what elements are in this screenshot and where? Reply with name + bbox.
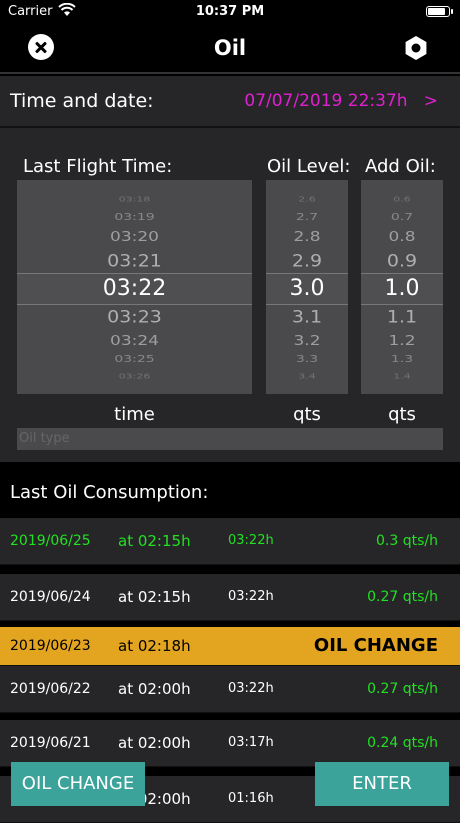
picker-item[interactable]: 1.4 xyxy=(361,372,443,380)
picker-item[interactable]: 03:22 xyxy=(17,276,252,301)
row-date: 2019/06/24 xyxy=(10,589,91,605)
status-time: 10:37 PM xyxy=(195,4,265,19)
picker-item[interactable]: 1.1 xyxy=(361,307,443,327)
picker-item[interactable]: 03:21 xyxy=(17,251,252,271)
picker-item[interactable]: 1.3 xyxy=(361,353,443,364)
row-time: at 02:00h xyxy=(118,680,191,698)
oil-type-field[interactable]: Oil type xyxy=(17,428,443,450)
picker-item[interactable]: 1.0 xyxy=(361,276,443,301)
add-oil-header: Add Oil: xyxy=(365,156,436,177)
row-duration: 03:22h xyxy=(228,681,274,696)
row-rate: 0.27 qts/h xyxy=(367,681,438,697)
navigation-bar: Oil xyxy=(0,24,460,72)
row-date: 2019/06/21 xyxy=(10,735,91,751)
status-bar: Carrier 10:37 PM xyxy=(0,0,460,24)
row-rate: OIL CHANGE xyxy=(313,635,438,656)
picker-item[interactable]: 2.9 xyxy=(266,251,348,271)
row-duration: 03:22h xyxy=(228,589,274,604)
picker-item[interactable]: 0.8 xyxy=(361,229,443,245)
divider xyxy=(0,72,460,74)
picker-item[interactable]: 3.0 xyxy=(266,276,348,301)
oil-level-unit: qts xyxy=(293,404,321,425)
consumption-row[interactable]: 2019/06/25 at 02:15h 03:22h 0.3 qts/h xyxy=(0,518,460,565)
picker-item[interactable]: 03:24 xyxy=(17,333,252,349)
row-date: 2019/06/23 xyxy=(10,638,91,654)
oil-change-row[interactable]: 2019/06/23 at 02:18h OIL CHANGE xyxy=(0,627,460,666)
row-rate: 0.24 qts/h xyxy=(367,735,438,751)
consumption-row[interactable]: 2019/06/24 at 02:15h 03:22h 0.27 qts/h xyxy=(0,574,460,621)
picker-item[interactable]: 03:23 xyxy=(17,307,252,327)
row-time: at 02:15h xyxy=(118,588,191,606)
picker-item[interactable]: 03:18 xyxy=(17,195,252,203)
picker-item[interactable]: 03:25 xyxy=(17,353,252,364)
oil-level-header: Oil Level: xyxy=(267,156,351,177)
picker-item[interactable]: 0.9 xyxy=(361,251,443,271)
picker-item[interactable]: 03:26 xyxy=(17,372,252,380)
battery-icon xyxy=(426,6,453,17)
picker-item[interactable]: 0.6 xyxy=(361,195,443,203)
enter-button[interactable]: ENTER xyxy=(315,762,449,806)
picker-item[interactable]: 3.2 xyxy=(266,333,348,349)
picker-item[interactable]: 03:20 xyxy=(17,229,252,245)
consumption-section-header: Last Oil Consumption: xyxy=(0,462,460,518)
picker-item[interactable]: 3.1 xyxy=(266,307,348,327)
consumption-row[interactable]: 2019/06/22 at 02:00h 03:22h 0.27 qts/h xyxy=(0,666,460,713)
picker-item[interactable]: 0.7 xyxy=(361,211,443,222)
row-date: 2019/06/22 xyxy=(10,681,91,697)
add-oil-unit: qts xyxy=(388,404,416,425)
add-oil-picker[interactable]: 0.6 0.7 0.8 0.9 1.0 1.1 1.2 1.3 1.4 xyxy=(361,180,443,394)
gear-icon xyxy=(405,36,427,60)
row-duration: 03:17h xyxy=(228,735,274,750)
chevron-right-icon: > xyxy=(423,91,438,111)
flight-time-header: Last Flight Time: xyxy=(23,156,173,177)
row-time: at 02:15h xyxy=(118,532,191,550)
time-date-label: Time and date: xyxy=(10,90,154,112)
flight-time-picker[interactable]: 03:18 03:19 03:20 03:21 03:22 03:23 03:24 03:25… xyxy=(17,180,252,394)
consumption-title: Last Oil Consumption: xyxy=(10,482,209,503)
consumption-row[interactable]: 2019/06/21 at 02:00h 03:17h 0.24 qts/h xyxy=(0,720,460,767)
picker-item[interactable]: 3.3 xyxy=(266,353,348,364)
flight-time-unit: time xyxy=(114,404,155,425)
row-time: at 02:00h xyxy=(118,734,191,752)
picker-item[interactable]: 03:19 xyxy=(17,211,252,222)
row-duration: 01:16h xyxy=(228,791,274,806)
page-title: Oil xyxy=(213,36,247,60)
picker-item[interactable]: 2.8 xyxy=(266,229,348,245)
row-rate: 0.3 qts/h xyxy=(376,533,438,549)
settings-button[interactable] xyxy=(402,34,430,62)
picker-item[interactable]: 3.4 xyxy=(266,372,348,380)
picker-item[interactable]: 2.7 xyxy=(266,211,348,222)
picker-item[interactable]: 1.2 xyxy=(361,333,443,349)
row-rate: 0.27 qts/h xyxy=(367,589,438,605)
picker-item[interactable]: 2.6 xyxy=(266,195,348,203)
row-time: at 02:18h xyxy=(118,637,191,655)
oil-change-button[interactable]: OIL CHANGE xyxy=(11,762,145,806)
oil-level-picker[interactable]: 2.6 2.7 2.8 2.9 3.0 3.1 3.2 3.3 3.4 xyxy=(266,180,348,394)
row-duration: 03:22h xyxy=(228,533,274,548)
row-date: 2019/06/25 xyxy=(10,533,91,549)
time-date-row[interactable]: Time and date: 07/07/2019 22:37h > xyxy=(0,76,460,126)
time-date-value: 07/07/2019 22:37h > xyxy=(244,91,438,111)
picker-panel: Last Flight Time: Oil Level: Add Oil: 03… xyxy=(0,128,460,462)
